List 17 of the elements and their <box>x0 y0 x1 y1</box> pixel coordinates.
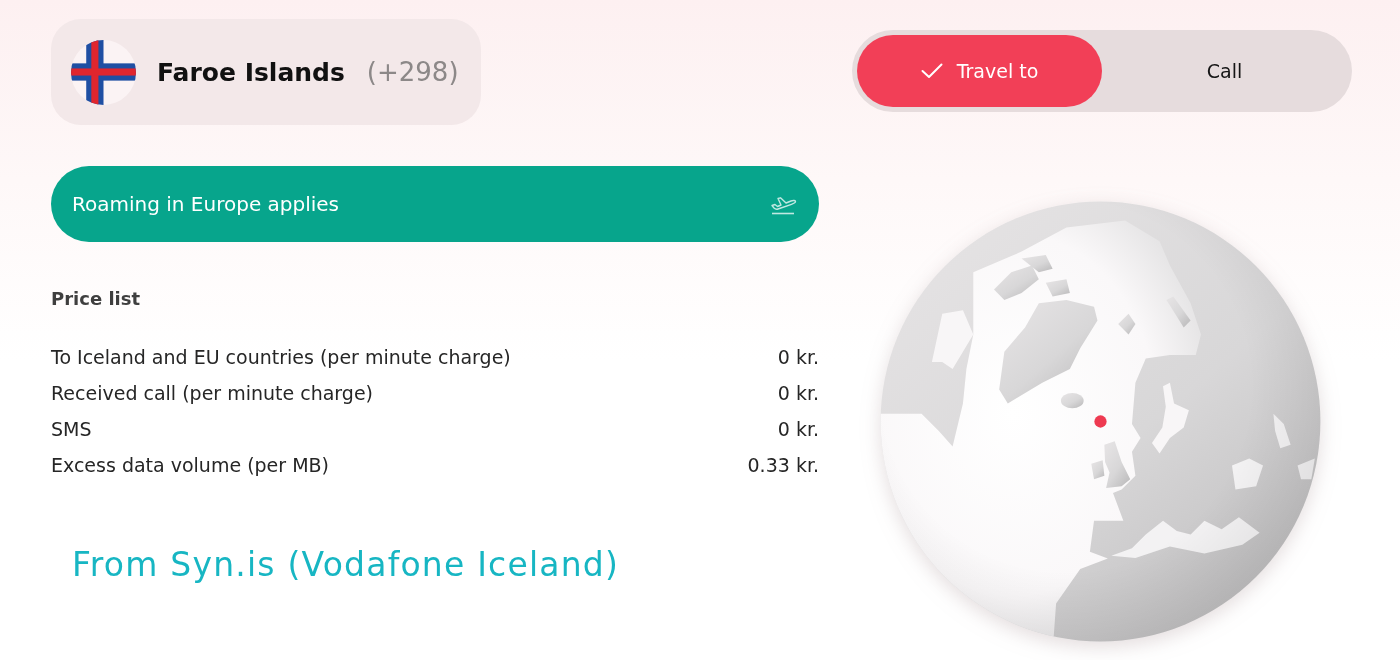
price-value: 0 kr. <box>777 382 819 404</box>
check-icon <box>920 63 943 79</box>
country-code: (+298) <box>366 57 459 87</box>
country-name: Faroe Islands <box>157 57 345 87</box>
price-list-title: Price list <box>51 288 141 309</box>
price-label: Received call (per minute charge) <box>51 382 373 404</box>
caption-text: From Syn.is (Vodafone Iceland) <box>72 545 620 584</box>
price-value: 0 kr. <box>777 418 819 440</box>
location-dot-icon <box>1094 415 1107 428</box>
mode-tab[interactable]: Travel to <box>857 35 1102 107</box>
price-label: SMS <box>51 418 92 440</box>
price-label: To Iceland and EU countries (per minute charge) <box>51 346 511 368</box>
price-value: 0.33 kr. <box>747 454 819 476</box>
price-label: Excess data volume (per MB) <box>51 454 329 476</box>
banner-text: Roaming in Europe applies <box>72 192 340 216</box>
price-value: 0 kr. <box>777 346 819 368</box>
mode-tab[interactable]: Call <box>1102 35 1347 107</box>
